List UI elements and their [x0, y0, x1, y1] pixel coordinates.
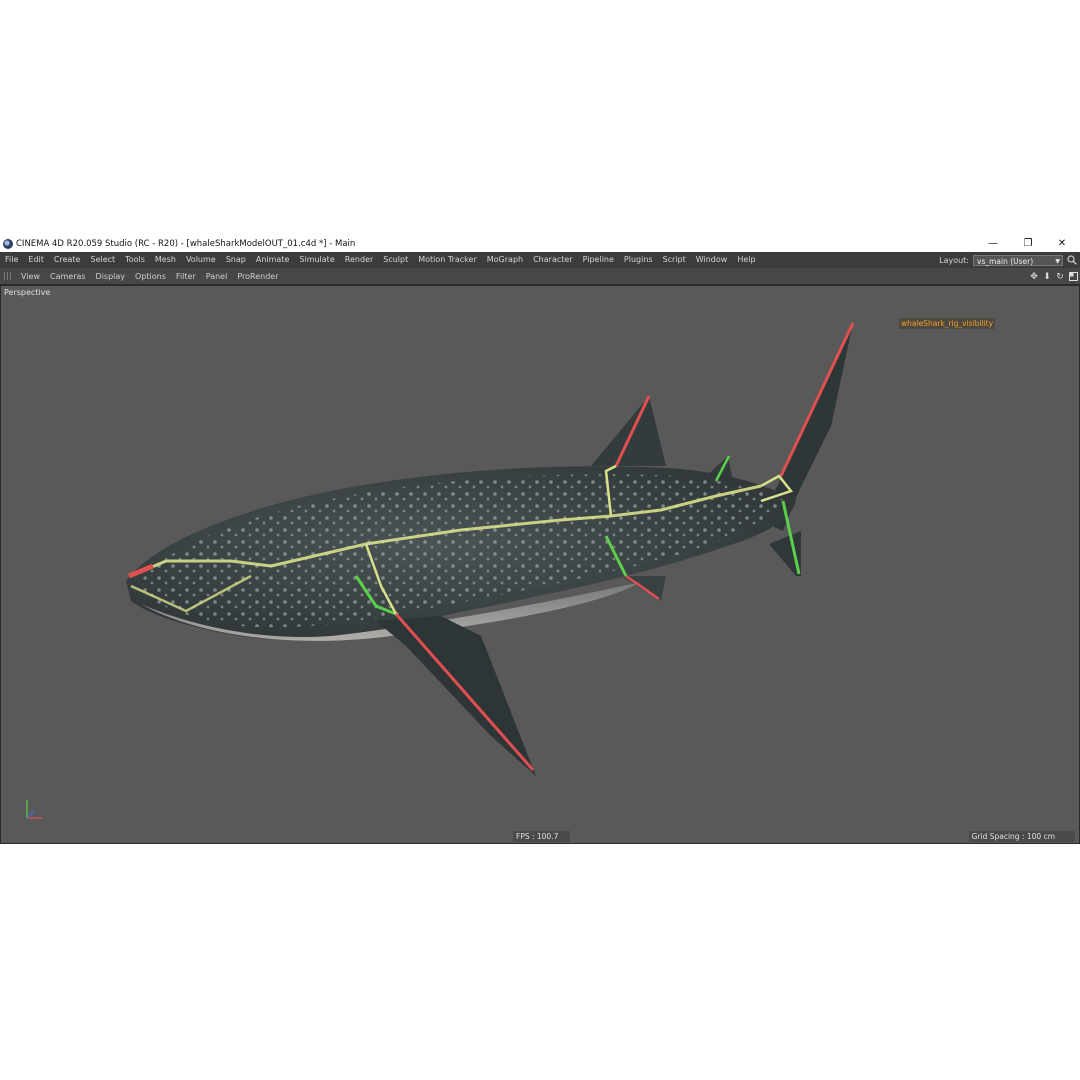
- maximize-button[interactable]: ❐: [1013, 235, 1043, 252]
- chevron-down-icon: ▼: [1055, 257, 1060, 265]
- menu-script[interactable]: Script: [658, 252, 691, 268]
- maximize-view-icon[interactable]: [1068, 272, 1078, 282]
- rig-visibility-label[interactable]: whaleShark_rig_visibility: [899, 318, 996, 329]
- layout-label: Layout:: [939, 255, 969, 265]
- menu-pipeline[interactable]: Pipeline: [578, 252, 619, 268]
- first-dorsal-fin: [591, 396, 666, 466]
- menu-animate[interactable]: Animate: [251, 252, 295, 268]
- rotate-view-icon[interactable]: ↻: [1055, 272, 1065, 282]
- axis-gizmo-icon: [26, 800, 42, 819]
- move-view-icon[interactable]: ✥: [1029, 272, 1039, 282]
- layout-dropdown-value: vs_main (User): [977, 256, 1034, 266]
- layout-switcher: Layout: vs_main (User) ▼: [939, 252, 1080, 268]
- menu-edit[interactable]: Edit: [23, 252, 49, 268]
- menu-simulate[interactable]: Simulate: [294, 252, 339, 268]
- title-bar: CINEMA 4D R20.059 Studio (RC - R20) - [w…: [0, 235, 1080, 252]
- viewmenu-view[interactable]: View: [16, 268, 45, 285]
- menu-sculpt[interactable]: Sculpt: [378, 252, 413, 268]
- close-button[interactable]: ✕: [1047, 235, 1077, 252]
- search-icon[interactable]: [1067, 255, 1077, 265]
- caudal-fin-lower: [769, 531, 801, 576]
- pectoral-fin: [376, 616, 536, 776]
- minimize-button[interactable]: —: [978, 235, 1008, 252]
- viewport-menu-bar: View Cameras Display Options Filter Pane…: [0, 268, 1080, 285]
- menu-render[interactable]: Render: [340, 252, 378, 268]
- menu-volume[interactable]: Volume: [181, 252, 221, 268]
- panel-grip-icon[interactable]: [4, 272, 12, 280]
- menu-tools[interactable]: Tools: [120, 252, 150, 268]
- cinema4d-logo-icon: [3, 238, 13, 249]
- menu-snap[interactable]: Snap: [221, 252, 251, 268]
- window-title: CINEMA 4D R20.059 Studio (RC - R20) - [w…: [16, 238, 356, 249]
- menu-motion-tracker[interactable]: Motion Tracker: [413, 252, 482, 268]
- layout-dropdown[interactable]: vs_main (User) ▼: [973, 254, 1063, 266]
- menu-mesh[interactable]: Mesh: [150, 252, 181, 268]
- viewmenu-filter[interactable]: Filter: [171, 268, 201, 285]
- menu-plugins[interactable]: Plugins: [619, 252, 658, 268]
- menu-select[interactable]: Select: [85, 252, 120, 268]
- viewmenu-cameras[interactable]: Cameras: [45, 268, 91, 285]
- viewport-nav-icons: ✥ ⬇ ↻: [1029, 268, 1078, 285]
- down-arrow-icon[interactable]: ⬇: [1042, 272, 1052, 282]
- viewmenu-display[interactable]: Display: [91, 268, 131, 285]
- menu-character[interactable]: Character: [528, 252, 578, 268]
- viewmenu-panel[interactable]: Panel: [201, 268, 233, 285]
- camera-label[interactable]: Perspective: [4, 288, 50, 297]
- whale-shark-model[interactable]: [1, 286, 1079, 843]
- cinema4d-window: CINEMA 4D R20.059 Studio (RC - R20) - [w…: [0, 235, 1080, 844]
- fps-readout: FPS : 100.7: [513, 831, 571, 842]
- viewmenu-options[interactable]: Options: [130, 268, 171, 285]
- menu-create[interactable]: Create: [49, 252, 86, 268]
- menu-mograph[interactable]: MoGraph: [482, 252, 528, 268]
- menu-file[interactable]: File: [0, 252, 23, 268]
- viewmenu-prorender[interactable]: ProRender: [232, 268, 283, 285]
- main-menu-bar: File Edit Create Select Tools Mesh Volum…: [0, 252, 1080, 268]
- menu-help[interactable]: Help: [732, 252, 760, 268]
- menu-window[interactable]: Window: [691, 252, 733, 268]
- perspective-viewport[interactable]: Perspective whaleShark_rig_visibility FP…: [0, 285, 1080, 844]
- grid-spacing-readout: Grid Spacing : 100 cm: [968, 831, 1075, 842]
